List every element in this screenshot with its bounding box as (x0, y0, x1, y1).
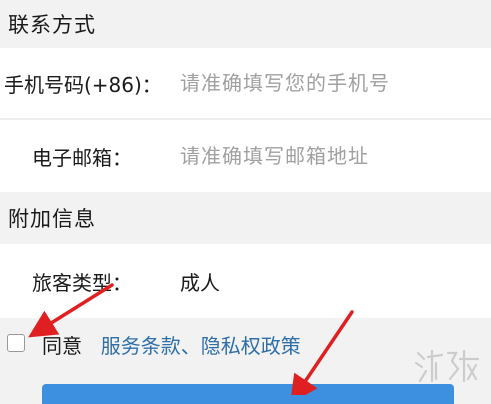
phone-label: 手机号码(+86)： (4, 72, 162, 97)
phone-row: 手机号码(+86)： (0, 48, 491, 118)
submit-button[interactable] (42, 384, 454, 404)
passenger-type-row[interactable]: 旅客类型： 成人 (0, 244, 491, 318)
email-row: 电子邮箱： (0, 120, 491, 192)
agree-checkbox[interactable] (7, 334, 25, 352)
phone-input[interactable] (180, 48, 480, 118)
agree-label: 同意 (42, 334, 82, 358)
agreement-text: 同意 服务条款、隐私权政策 (42, 330, 301, 359)
terms-link[interactable]: 服务条款 (101, 334, 181, 358)
email-input[interactable] (180, 120, 480, 192)
link-separator: 、 (180, 334, 201, 358)
privacy-link[interactable]: 隐私权政策 (201, 334, 301, 358)
contact-section-title: 联系方式 (0, 0, 491, 48)
passenger-type-label: 旅客类型： (32, 270, 132, 295)
contact-section-title-text: 联系方式 (8, 13, 96, 37)
extra-section-title: 附加信息 (0, 192, 491, 244)
extra-section-title-text: 附加信息 (8, 207, 96, 231)
email-label: 电子邮箱： (32, 145, 132, 170)
watermark-logo (414, 349, 480, 383)
passenger-type-value[interactable]: 成人 (180, 244, 220, 318)
